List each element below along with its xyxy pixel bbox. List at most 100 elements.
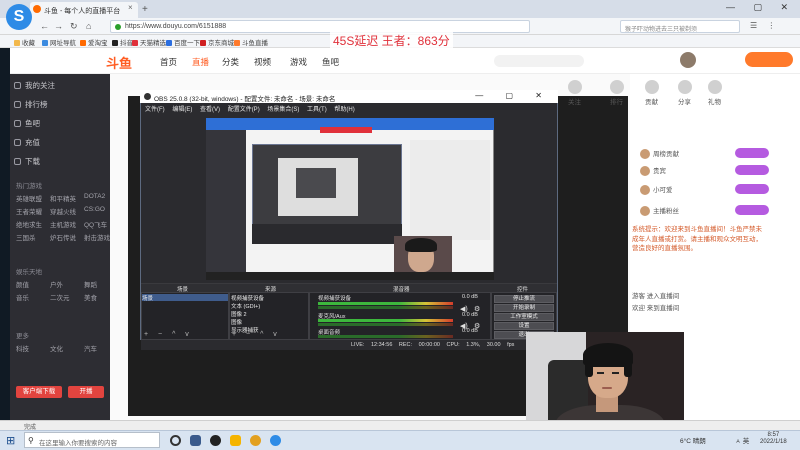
share-icon[interactable]: 分享: [678, 80, 692, 106]
sidebar-game-link[interactable]: DOTA2: [84, 193, 105, 200]
refresh-icon[interactable]: ↻: [70, 21, 78, 32]
start-live-button[interactable]: 开播: [68, 386, 104, 398]
douyu-taskbar-icon[interactable]: [230, 435, 241, 446]
rank-row[interactable]: 主播粉丝: [640, 205, 679, 216]
gear-icon[interactable]: ⚙: [474, 305, 480, 313]
sidebar-ent-link[interactable]: 舞蹈: [84, 279, 97, 289]
address-bar[interactable]: https://www.douyu.com/6151888: [110, 20, 530, 33]
volume-slider[interactable]: [318, 306, 453, 309]
source-item[interactable]: 图像 2: [231, 310, 306, 318]
bookmark-item[interactable]: 天猫精选: [132, 37, 166, 47]
sidebar-ent-link[interactable]: 户外: [50, 279, 63, 289]
new-tab-icon[interactable]: +: [142, 4, 148, 15]
douyu-logo[interactable]: 斗鱼: [106, 53, 132, 72]
sidebar-game-link[interactable]: 和平精英: [50, 193, 76, 203]
browser-menu-icon[interactable]: ☰ ⋮: [750, 21, 779, 30]
sidebar-ent-link[interactable]: 颜值: [16, 279, 29, 289]
rank-row[interactable]: 小可爱: [640, 184, 673, 195]
rank-row[interactable]: 周榜贡献: [640, 148, 679, 159]
bookmark-item[interactable]: 网址导航: [42, 37, 76, 47]
rank-row[interactable]: 贵宾: [640, 165, 666, 176]
user-avatar[interactable]: [680, 52, 696, 68]
bookmark-item[interactable]: 抖音: [112, 37, 133, 47]
contribution-icon[interactable]: 贡献: [645, 80, 659, 106]
sidebar-game-link[interactable]: 主机游戏: [50, 219, 76, 229]
browser-tab[interactable]: 斗鱼 - 每个人的直播平台: [30, 2, 138, 18]
speaker-icon[interactable]: ◀): [460, 305, 468, 313]
sidebar-game-link[interactable]: 绝地求生: [16, 219, 42, 229]
sidebar-game-link[interactable]: CS:GO: [84, 206, 105, 213]
obs-window-controls[interactable]: — ▢ ✕: [475, 91, 552, 100]
chat-icon: [14, 120, 21, 127]
follow-icon[interactable]: 关注: [568, 80, 582, 106]
desktop-edge: [0, 48, 10, 420]
sidebar-item-follow[interactable]: 我的关注: [14, 80, 55, 91]
back-icon[interactable]: ←: [40, 21, 49, 31]
sidebar-game-link[interactable]: 炉石传说: [50, 232, 76, 242]
douyu-nav-item[interactable]: 分类: [222, 56, 239, 68]
douyu-promo-button[interactable]: [745, 52, 793, 67]
source-controls[interactable]: + − ^ v: [232, 331, 281, 338]
douyu-nav-item[interactable]: 首页: [160, 56, 177, 68]
forward-icon[interactable]: →: [54, 21, 63, 31]
studio-mode-button[interactable]: 工作室模式: [494, 313, 554, 321]
scene-controls[interactable]: + − ^ v: [144, 331, 193, 338]
obs-title-bar[interactable]: OBS 25.0.8 (32-bit, windows) - 配置文件: 未命名…: [140, 90, 558, 103]
taskbar-app-icon[interactable]: [190, 435, 201, 446]
bookmark-item[interactable]: 百度一下: [166, 37, 200, 47]
rank-icon[interactable]: 排行: [610, 80, 624, 106]
task-view-icon[interactable]: [170, 435, 181, 446]
douyu-nav-item[interactable]: 游戏: [290, 56, 307, 68]
sidebar-more-link[interactable]: 汽车: [84, 343, 97, 353]
game-taskbar-icon[interactable]: [250, 435, 261, 446]
scene-item[interactable]: 场景: [142, 294, 228, 302]
settings-button[interactable]: 设置: [494, 322, 554, 330]
obs-menu-bar: 文件(F) 编辑(E) 查看(V) 配置文件(P) 场景集合(S) 工具(T) …: [141, 103, 557, 113]
sidebar-game-link[interactable]: QQ飞车: [84, 219, 107, 229]
speaker-icon[interactable]: ◀): [460, 322, 468, 330]
sidebar-more-link[interactable]: 文化: [50, 343, 63, 353]
douyu-nav-item[interactable]: 鱼吧: [322, 56, 339, 68]
volume-slider[interactable]: [318, 335, 453, 338]
sidebar-game-link[interactable]: 射击游戏: [84, 232, 110, 242]
stop-streaming-button[interactable]: 停止推流: [494, 295, 554, 303]
source-item[interactable]: 视频捕获设备: [231, 294, 306, 302]
sidebar-ent-link[interactable]: 二次元: [50, 292, 70, 302]
taskbar-search-input[interactable]: ⚲ 在这里输入你要搜索的内容: [24, 432, 160, 448]
sidebar-game-link[interactable]: 三国杀: [16, 232, 36, 242]
browser-taskbar-icon[interactable]: [270, 435, 281, 446]
sidebar-item-download[interactable]: 下载: [14, 156, 40, 167]
sidebar-ent-link[interactable]: 美食: [84, 292, 97, 302]
sidebar-item-yuba[interactable]: 鱼吧: [14, 118, 40, 129]
source-item[interactable]: 图像: [231, 318, 306, 326]
bookmark-item[interactable]: 斗鱼直播: [234, 37, 268, 47]
sidebar-game-link[interactable]: 穿越火线: [50, 206, 76, 216]
sidebar-item-rank[interactable]: 排行榜: [14, 99, 48, 110]
sidebar-game-link[interactable]: 英雄联盟: [16, 193, 42, 203]
gear-icon[interactable]: ⚙: [474, 322, 480, 330]
system-tray[interactable]: ㅅ 英: [735, 435, 749, 445]
sidebar-item-recharge[interactable]: 充值: [14, 137, 40, 148]
douyu-nav-item[interactable]: 直播: [192, 56, 209, 68]
taskbar-clock[interactable]: 8:57 2022/1/18: [760, 432, 787, 446]
browser-window-controls[interactable]: — ▢ ✕: [726, 2, 796, 13]
volume-slider[interactable]: [318, 323, 453, 326]
sidebar-more-link[interactable]: 科技: [16, 343, 29, 353]
sidebar-game-link[interactable]: 王者荣耀: [16, 206, 42, 216]
start-recording-button[interactable]: 开始录制: [494, 304, 554, 312]
home-icon[interactable]: ⌂: [86, 21, 91, 31]
client-download-button[interactable]: 客户端下载: [16, 386, 62, 398]
douyu-search-input[interactable]: [494, 55, 584, 67]
douyu-nav-item[interactable]: 视频: [254, 56, 271, 68]
obs-taskbar-icon[interactable]: [210, 435, 221, 446]
bookmark-item[interactable]: 京东商城: [200, 37, 234, 47]
source-item[interactable]: 文本 (GDI+): [231, 302, 306, 310]
bookmark-item[interactable]: 爱淘宝: [80, 37, 108, 47]
sidebar-ent-link[interactable]: 音乐: [16, 292, 29, 302]
gift-icon[interactable]: 礼物: [708, 80, 722, 106]
close-tab-icon[interactable]: ×: [128, 3, 133, 12]
browser-search-input[interactable]: 猴子吓动物进去三只被剃须: [620, 20, 740, 33]
windows-start-icon[interactable]: ⊞: [6, 434, 15, 447]
bookmark-item[interactable]: 收藏: [14, 37, 35, 47]
taskbar-weather[interactable]: 6°C 晴朗: [680, 435, 706, 445]
